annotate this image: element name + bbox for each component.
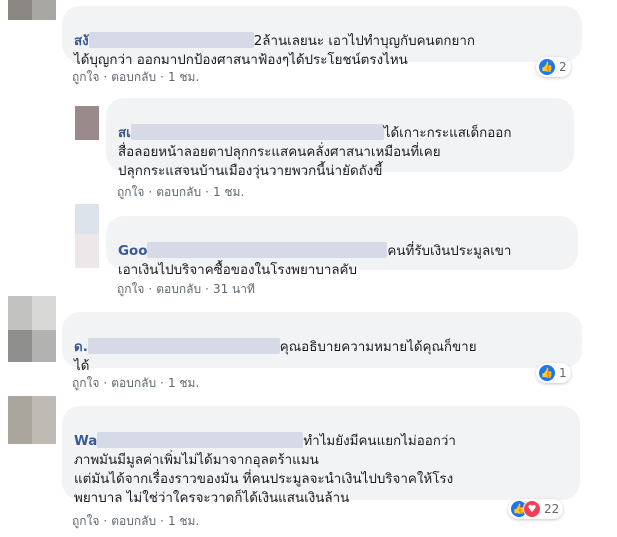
avatar[interactable] bbox=[75, 106, 99, 140]
comment-time[interactable]: 1 ชม. bbox=[168, 376, 199, 390]
reaction-count: 1 bbox=[559, 366, 567, 380]
comment-bubble: Goo คนที่รับเงินประมูลเขา เอาเงินไปบริจาค… bbox=[106, 216, 578, 278]
avatar[interactable] bbox=[8, 0, 56, 20]
reaction-summary[interactable]: 👍 ♥ 22 bbox=[508, 499, 564, 519]
reaction-count: 22 bbox=[544, 502, 560, 516]
comment-text: สื่อลอยหน้าลอยตาปลุกกระแสคนคลั่งศาสนาเหม… bbox=[118, 145, 441, 179]
comment-actions: ถูกใจ · ตอบกลับ · 1 ชม. bbox=[117, 185, 245, 199]
comment-actions: ถูกใจ · ตอบกลับ · 31 นาที bbox=[117, 282, 255, 296]
reply-link[interactable]: ตอบกลับ bbox=[156, 282, 201, 296]
like-link[interactable]: ถูกใจ bbox=[72, 70, 99, 84]
comment-text: ได้เกาะกระแสเด็กออก bbox=[383, 126, 512, 141]
reply-link[interactable]: ตอบกลับ bbox=[111, 514, 156, 528]
reply-link[interactable]: ตอบกลับ bbox=[111, 70, 156, 84]
like-icon: 👍 bbox=[538, 58, 556, 76]
redacted-name bbox=[147, 242, 388, 258]
comment-actions: ถูกใจ · ตอบกลับ · 1 ชม. bbox=[72, 376, 200, 390]
comment-text: คุณอธิบายความหมายได้คุณก็ขาย bbox=[279, 340, 477, 355]
redacted-name bbox=[88, 32, 254, 48]
like-icon: 👍 bbox=[538, 364, 556, 382]
comment-time[interactable]: 31 นาที bbox=[213, 282, 255, 296]
like-link[interactable]: ถูกใจ bbox=[72, 514, 99, 528]
reply-link[interactable]: ตอบกลับ bbox=[111, 376, 156, 390]
comment-author[interactable]: Wa bbox=[74, 434, 97, 449]
comment-author[interactable]: ด. bbox=[74, 340, 88, 355]
like-link[interactable]: ถูกใจ bbox=[72, 376, 99, 390]
comment-author[interactable]: สงั bbox=[74, 34, 89, 49]
reaction-count: 2 bbox=[559, 60, 567, 74]
comment-text: 2ล้านเลยนะ เอาไปทำบุญกับคนตกยาก bbox=[253, 34, 475, 49]
comment-bubble: ด. คุณอธิบายความหมายได้คุณก็ขาย ได้ bbox=[62, 312, 582, 374]
comment-text: ทำไมยังมีคนแยกไม่ออกว่า bbox=[303, 434, 456, 449]
reaction-summary[interactable]: 👍 2 bbox=[536, 57, 571, 77]
comment-text: ได้ bbox=[74, 359, 90, 374]
comment-author[interactable]: สเ bbox=[118, 126, 131, 141]
comment-text: ภาพมันมีมูลค่าเพิ่มไม่ได้มาจากอุลตร้าแมน… bbox=[74, 453, 454, 506]
redacted-name bbox=[130, 124, 384, 140]
comment-bubble: Wa ทำไมยังมีคนแยกไม่ออกว่า ภาพมันมีมูลค่า… bbox=[62, 406, 580, 506]
comment-actions: ถูกใจ · ตอบกลับ · 1 ชม. bbox=[72, 70, 200, 84]
comment-time[interactable]: 1 ชม. bbox=[213, 185, 244, 199]
comment-time[interactable]: 1 ชม. bbox=[168, 70, 199, 84]
reply-link[interactable]: ตอบกลับ bbox=[156, 185, 201, 199]
comment-text: คนที่รับเงินประมูลเขา bbox=[387, 244, 512, 259]
love-icon: ♥ bbox=[523, 500, 541, 518]
comment-bubble: สงั 2ล้านเลยนะ เอาไปทำบุญกับคนตกยาก ได้บุ… bbox=[62, 6, 582, 68]
avatar[interactable] bbox=[75, 204, 99, 268]
comment-actions: ถูกใจ · ตอบกลับ · 1 ชม. bbox=[72, 514, 200, 528]
like-link[interactable]: ถูกใจ bbox=[117, 282, 144, 296]
avatar[interactable] bbox=[8, 296, 56, 362]
redacted-name bbox=[97, 432, 304, 448]
like-link[interactable]: ถูกใจ bbox=[117, 185, 144, 199]
redacted-name bbox=[87, 338, 280, 354]
comment-bubble: สเ ได้เกาะกระแสเด็กออก สื่อลอยหน้าลอยตาปล… bbox=[106, 98, 574, 179]
avatar[interactable] bbox=[8, 396, 56, 444]
comment-time[interactable]: 1 ชม. bbox=[168, 514, 199, 528]
reaction-summary[interactable]: 👍 1 bbox=[536, 363, 571, 383]
comment-text: ได้บุญกว่า ออกมาปกป้องศาสนาฟ้องๆได้ประโย… bbox=[74, 53, 408, 68]
comment-text: เอาเงินไปบริจาคซื้อของในโรงพยาบาลคับ bbox=[118, 263, 358, 278]
comment-author[interactable]: Goo bbox=[118, 244, 147, 259]
